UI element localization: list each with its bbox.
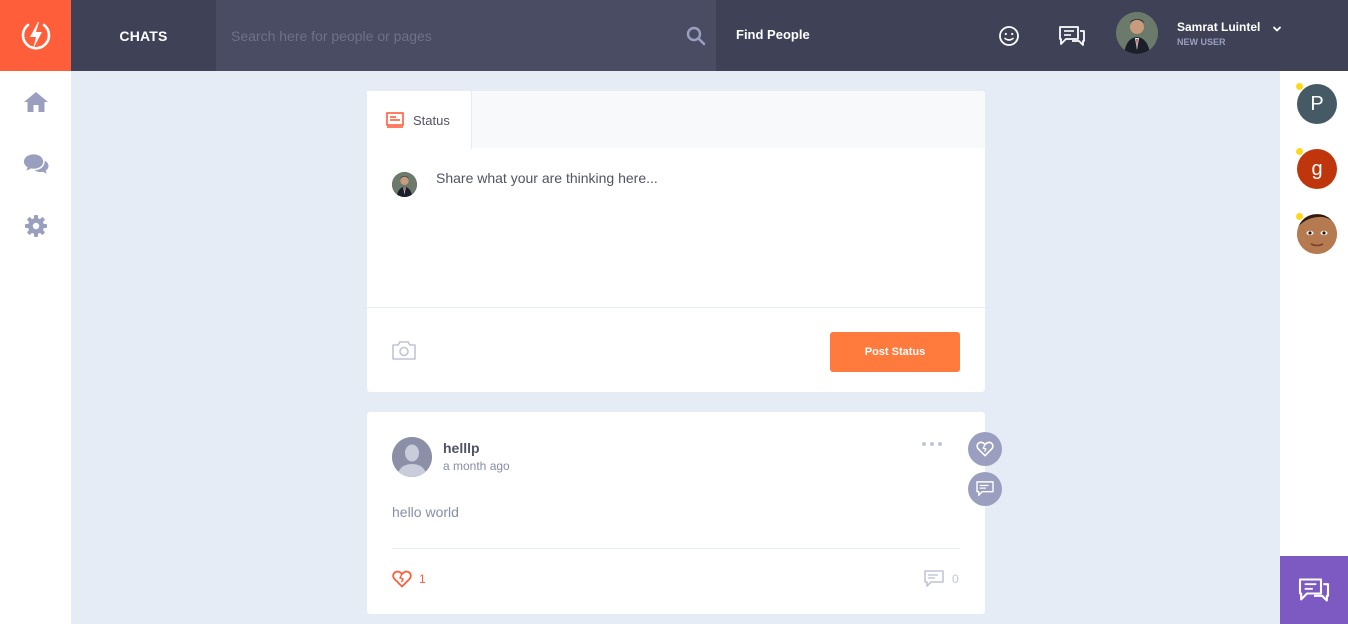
post-body-text: hello world bbox=[392, 504, 459, 520]
post-author-name[interactable]: helllp bbox=[443, 440, 480, 456]
heart-icon bbox=[392, 570, 412, 588]
friend-avatar[interactable]: g bbox=[1296, 148, 1337, 189]
friend-initial: P bbox=[1310, 92, 1324, 115]
friend-photo-icon bbox=[1297, 214, 1337, 254]
online-status-dot bbox=[1296, 148, 1303, 155]
app-logo[interactable] bbox=[0, 0, 71, 71]
comment-button[interactable]: 0 bbox=[924, 570, 959, 588]
tab-status[interactable]: Status bbox=[367, 91, 472, 149]
home-icon[interactable] bbox=[23, 89, 49, 115]
lightning-logo-icon bbox=[21, 21, 50, 50]
chevron-down-icon[interactable] bbox=[1271, 23, 1283, 35]
search-bar bbox=[216, 0, 716, 71]
user-photo-icon bbox=[392, 172, 417, 197]
post-card: helllp a month ago hello world 1 0 bbox=[367, 412, 985, 614]
chat-messages-icon[interactable] bbox=[1058, 22, 1086, 50]
online-status-dot bbox=[1296, 83, 1303, 90]
composer-user-avatar bbox=[392, 172, 417, 197]
user-avatar[interactable] bbox=[1116, 12, 1158, 54]
composer-divider bbox=[367, 307, 985, 308]
status-document-icon bbox=[386, 112, 404, 128]
comment-count: 0 bbox=[952, 572, 959, 586]
user-name[interactable]: Samrat Luintel bbox=[1177, 20, 1260, 34]
post-divider bbox=[392, 548, 960, 549]
like-button[interactable]: 1 bbox=[392, 570, 426, 588]
friend-avatar[interactable] bbox=[1296, 213, 1337, 254]
floating-like-button[interactable] bbox=[968, 432, 1002, 466]
comment-icon bbox=[976, 481, 994, 496]
status-input[interactable] bbox=[436, 170, 956, 290]
post-status-button[interactable]: Post Status bbox=[830, 332, 960, 372]
friend-initial: g bbox=[1311, 157, 1323, 180]
camera-icon[interactable] bbox=[391, 339, 417, 361]
friend-avatar[interactable]: P bbox=[1296, 83, 1337, 124]
tab-status-label: Status bbox=[413, 112, 450, 128]
floating-comment-button[interactable] bbox=[968, 472, 1002, 506]
comment-icon bbox=[924, 570, 944, 587]
online-status-dot bbox=[1296, 213, 1303, 220]
heart-icon bbox=[976, 441, 994, 457]
chat-bubbles-icon[interactable] bbox=[23, 151, 49, 177]
settings-gear-icon[interactable] bbox=[23, 213, 49, 239]
brand-title: CHATS bbox=[119, 27, 168, 44]
like-count: 1 bbox=[419, 572, 426, 586]
post-timestamp: a month ago bbox=[443, 459, 510, 473]
user-photo-icon bbox=[1116, 12, 1158, 54]
search-icon[interactable] bbox=[686, 26, 706, 46]
more-options-icon[interactable] bbox=[922, 439, 942, 449]
friends-sidebar: P g bbox=[1280, 71, 1348, 624]
search-input[interactable] bbox=[216, 0, 676, 71]
status-composer: Status Post Status bbox=[367, 91, 985, 392]
chat-messages-icon bbox=[1298, 578, 1330, 602]
default-user-icon bbox=[392, 437, 432, 477]
post-author-avatar[interactable] bbox=[392, 437, 432, 477]
left-sidebar bbox=[0, 71, 71, 624]
find-people-link[interactable]: Find People bbox=[736, 27, 810, 42]
composer-tabs: Status bbox=[367, 91, 985, 149]
user-role: NEW USER bbox=[1177, 37, 1226, 47]
smiley-icon[interactable] bbox=[995, 22, 1023, 50]
top-bar: CHATS Find People bbox=[0, 0, 1348, 71]
open-chat-button[interactable] bbox=[1280, 556, 1348, 624]
